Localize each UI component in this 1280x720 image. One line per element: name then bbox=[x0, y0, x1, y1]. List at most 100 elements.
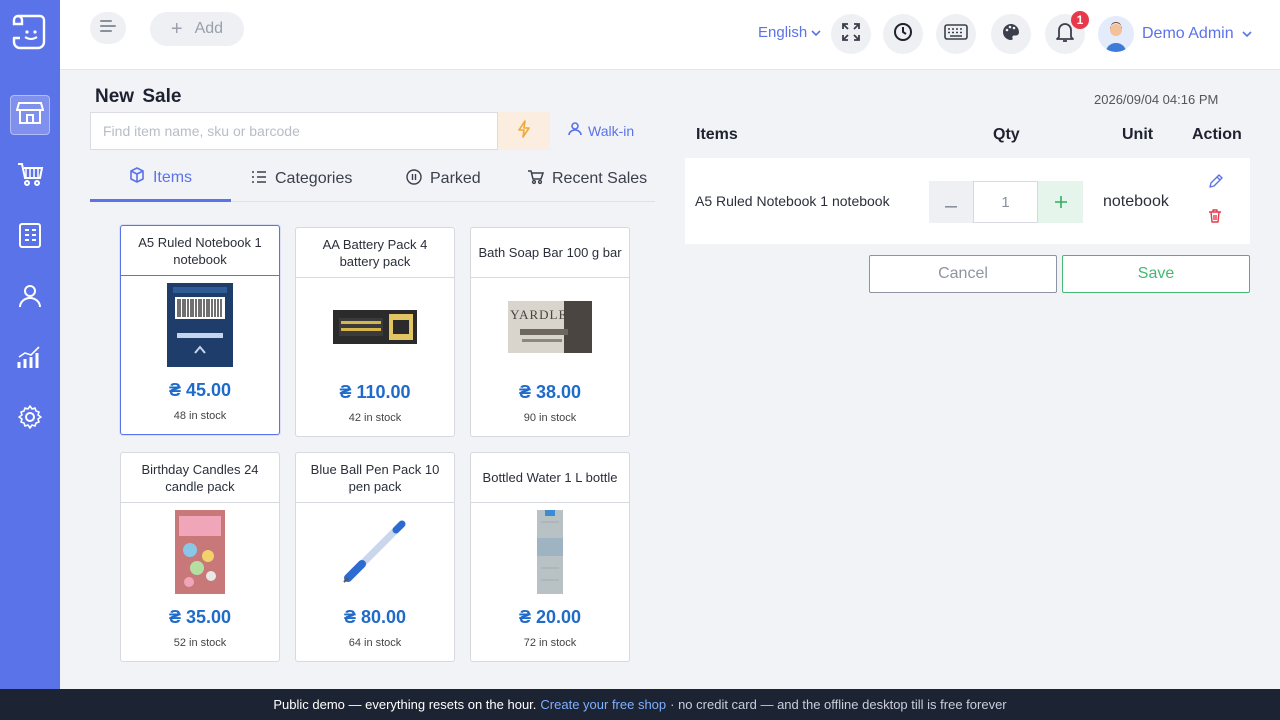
product-tabs: Items Categories Parked Recent Sales bbox=[90, 156, 655, 202]
sidebar-item-purchases[interactable] bbox=[10, 156, 50, 196]
product-stock: 64 in stock bbox=[348, 637, 402, 649]
product-name: Blue Ball Pen Pack 10 pen pack bbox=[296, 453, 454, 503]
keyboard-shortcuts-button[interactable] bbox=[936, 14, 976, 54]
minus-icon bbox=[945, 191, 957, 214]
language-selector[interactable]: English bbox=[758, 24, 821, 41]
notification-badge: 1 bbox=[1071, 11, 1089, 29]
product-image bbox=[296, 278, 454, 376]
plus-icon bbox=[1054, 191, 1067, 214]
palette-icon bbox=[1001, 22, 1021, 47]
bar-chart-icon bbox=[16, 344, 44, 375]
chevron-down-icon bbox=[1242, 25, 1252, 43]
qty-increment-button[interactable] bbox=[1038, 181, 1083, 223]
product-image bbox=[121, 503, 279, 601]
product-price: ₴ 45.00 bbox=[168, 380, 232, 400]
soap-brand-text: YARDLEY bbox=[510, 307, 578, 322]
sidebar bbox=[0, 0, 60, 690]
notifications-button[interactable]: 1 bbox=[1045, 11, 1089, 54]
product-name: AA Battery Pack 4 battery pack bbox=[296, 228, 454, 278]
avatar bbox=[1098, 16, 1134, 52]
history-button[interactable] bbox=[883, 14, 923, 54]
product-stock: 72 in stock bbox=[523, 637, 577, 649]
page-title: New Sale bbox=[95, 86, 182, 107]
user-menu[interactable]: Demo Admin bbox=[1098, 16, 1252, 52]
tab-categories[interactable]: Categories bbox=[251, 156, 352, 202]
cart-icon bbox=[16, 161, 44, 192]
cart-row: A5 Ruled Notebook 1 notebook notebook bbox=[685, 158, 1250, 244]
product-name: A5 Ruled Notebook 1 notebook bbox=[121, 226, 279, 276]
customer-selector[interactable]: Walk-in bbox=[568, 122, 634, 139]
store-icon bbox=[15, 100, 45, 131]
product-price: ₴ 35.00 bbox=[168, 607, 232, 627]
gear-icon bbox=[17, 404, 43, 435]
sidebar-item-pos[interactable] bbox=[10, 95, 50, 135]
demo-banner: Public demo — everything resets on the h… bbox=[0, 689, 1280, 720]
trash-icon[interactable] bbox=[1207, 208, 1223, 229]
column-header-unit: Unit bbox=[1122, 126, 1154, 143]
product-card[interactable]: A5 Ruled Notebook 1 notebook ₴ 45.00 48 … bbox=[120, 225, 280, 435]
menu-icon bbox=[99, 18, 117, 39]
app-logo-icon[interactable] bbox=[10, 10, 50, 54]
search-input[interactable] bbox=[90, 112, 498, 150]
cancel-button[interactable]: Cancel bbox=[869, 255, 1057, 293]
cart-item-name: A5 Ruled Notebook 1 notebook bbox=[695, 193, 890, 209]
cart-icon bbox=[527, 169, 545, 190]
user-icon bbox=[568, 122, 582, 139]
column-header-action: Action bbox=[1192, 126, 1242, 143]
add-button[interactable]: + Add bbox=[150, 12, 244, 46]
cart-item-unit: notebook bbox=[1103, 193, 1169, 210]
add-button-label: Add bbox=[194, 20, 224, 37]
product-stock: 48 in stock bbox=[173, 410, 227, 422]
product-image bbox=[296, 503, 454, 601]
tab-label: Recent Sales bbox=[552, 170, 648, 187]
sale-datetime: 2026/09/04 04:16 PM bbox=[1094, 92, 1219, 107]
tab-parked[interactable]: Parked bbox=[406, 156, 481, 202]
theme-button[interactable] bbox=[991, 14, 1031, 54]
customer-label: Walk-in bbox=[588, 122, 635, 139]
create-shop-link[interactable]: Create your free shop bbox=[540, 697, 666, 712]
product-name: Birthday Candles 24 candle pack bbox=[121, 453, 279, 503]
product-image bbox=[121, 276, 279, 374]
quick-scan-button[interactable] bbox=[498, 112, 550, 150]
sidebar-item-customers[interactable] bbox=[10, 278, 50, 318]
banner-note: · no credit card — and the offline deskt… bbox=[670, 697, 1007, 712]
product-price: ₴ 38.00 bbox=[518, 382, 582, 402]
sidebar-item-settings[interactable] bbox=[10, 399, 50, 439]
product-name: Bottled Water 1 L bottle bbox=[471, 453, 629, 503]
clock-icon bbox=[893, 22, 913, 47]
fullscreen-button[interactable] bbox=[831, 14, 871, 54]
list-icon bbox=[251, 170, 267, 189]
product-card[interactable]: Bath Soap Bar 100 g bar YARDLEY ₴ 38.00 … bbox=[470, 227, 630, 437]
product-stock: 52 in stock bbox=[173, 637, 227, 649]
tab-label: Categories bbox=[275, 170, 353, 187]
tab-label: Parked bbox=[430, 170, 481, 187]
cube-icon bbox=[129, 167, 145, 188]
product-card[interactable]: Birthday Candles 24 candle pack ₴ 35.00 … bbox=[120, 452, 280, 662]
tab-recent-sales[interactable]: Recent Sales bbox=[527, 156, 647, 202]
keyboard-icon bbox=[944, 23, 968, 45]
chevron-down-icon bbox=[811, 24, 821, 41]
product-card[interactable]: Blue Ball Pen Pack 10 pen pack ₴ 80.00 6… bbox=[295, 452, 455, 662]
clipboard-list-icon bbox=[17, 221, 43, 254]
fullscreen-icon bbox=[841, 22, 861, 47]
topbar: + Add English 1 Demo Admin bbox=[60, 0, 1280, 70]
plus-icon: + bbox=[170, 18, 183, 40]
product-price: ₴ 80.00 bbox=[343, 607, 407, 627]
save-button[interactable]: Save bbox=[1062, 255, 1250, 293]
sidebar-item-inventory[interactable] bbox=[10, 217, 50, 257]
product-name: Bath Soap Bar 100 g bar bbox=[471, 228, 629, 278]
qty-decrement-button[interactable] bbox=[929, 181, 973, 223]
product-card[interactable]: Bottled Water 1 L bottle ₴ 20.00 72 in s… bbox=[470, 452, 630, 662]
lightning-icon bbox=[517, 119, 531, 143]
product-image bbox=[471, 503, 629, 601]
column-header-qty: Qty bbox=[993, 126, 1020, 143]
edit-icon[interactable] bbox=[1207, 174, 1223, 195]
qty-input[interactable] bbox=[973, 181, 1038, 223]
sidebar-item-reports[interactable] bbox=[10, 339, 50, 379]
tab-items[interactable]: Items bbox=[90, 156, 231, 202]
product-stock: 90 in stock bbox=[523, 412, 577, 424]
product-card[interactable]: AA Battery Pack 4 battery pack ₴ 110.00 … bbox=[295, 227, 455, 437]
menu-toggle-button[interactable] bbox=[90, 12, 126, 44]
product-price: ₴ 20.00 bbox=[518, 607, 582, 627]
user-icon bbox=[17, 283, 43, 314]
